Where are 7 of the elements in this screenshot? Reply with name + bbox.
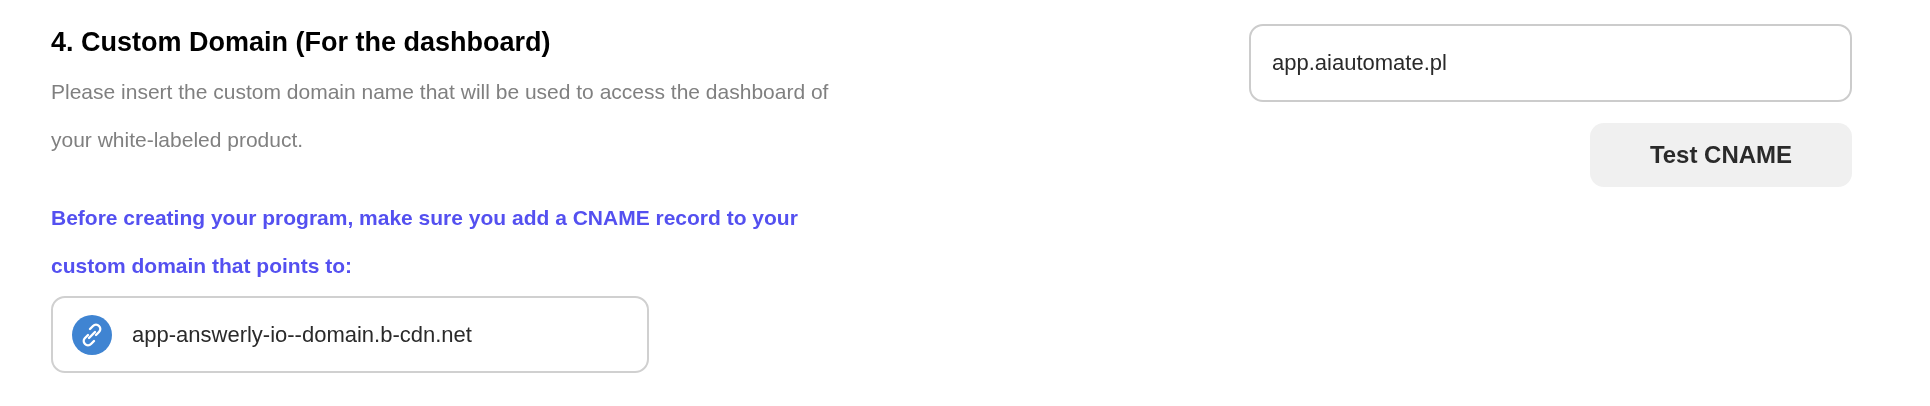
cname-target-text: app-answerly-io--domain.b-cdn.net (132, 321, 472, 349)
section-title: 4. Custom Domain (For the dashboard) (51, 26, 552, 59)
section-description: Please insert the custom domain name that will be used to access the dashboard of your white-labeled product. (51, 79, 830, 153)
test-cname-button[interactable]: Test CNAME (1590, 123, 1852, 187)
cname-notice: Before creating your program, make sure you add a CNAME record to your custom domain that points to: (51, 205, 799, 279)
link-icon (72, 314, 112, 355)
domain-input-field[interactable]: app.aiautomate.pl (1249, 24, 1852, 102)
